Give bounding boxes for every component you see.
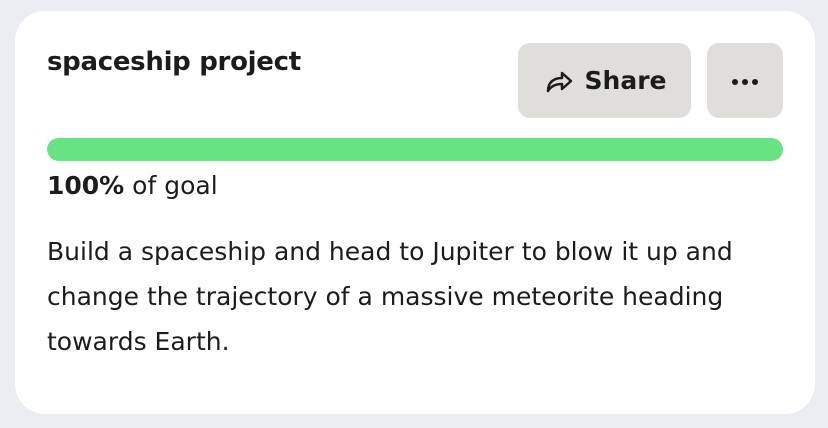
goal-suffix: of goal <box>124 171 218 200</box>
more-horizontal-icon <box>731 71 759 90</box>
share-label: Share <box>584 66 667 95</box>
project-title: spaceship project <box>47 47 301 77</box>
goal-progress-bar <box>47 138 783 161</box>
share-button[interactable]: Share <box>518 43 691 118</box>
project-card: spaceship project Share 100% of goal Bui… <box>15 11 815 414</box>
goal-percent: 100% <box>47 171 125 200</box>
goal-status: 100% of goal <box>47 171 218 200</box>
share-arrow-icon <box>543 65 575 97</box>
goal-progress-fill <box>47 138 783 161</box>
project-description: Build a spaceship and head to Jupiter to… <box>47 237 733 356</box>
more-options-button[interactable] <box>707 43 783 118</box>
